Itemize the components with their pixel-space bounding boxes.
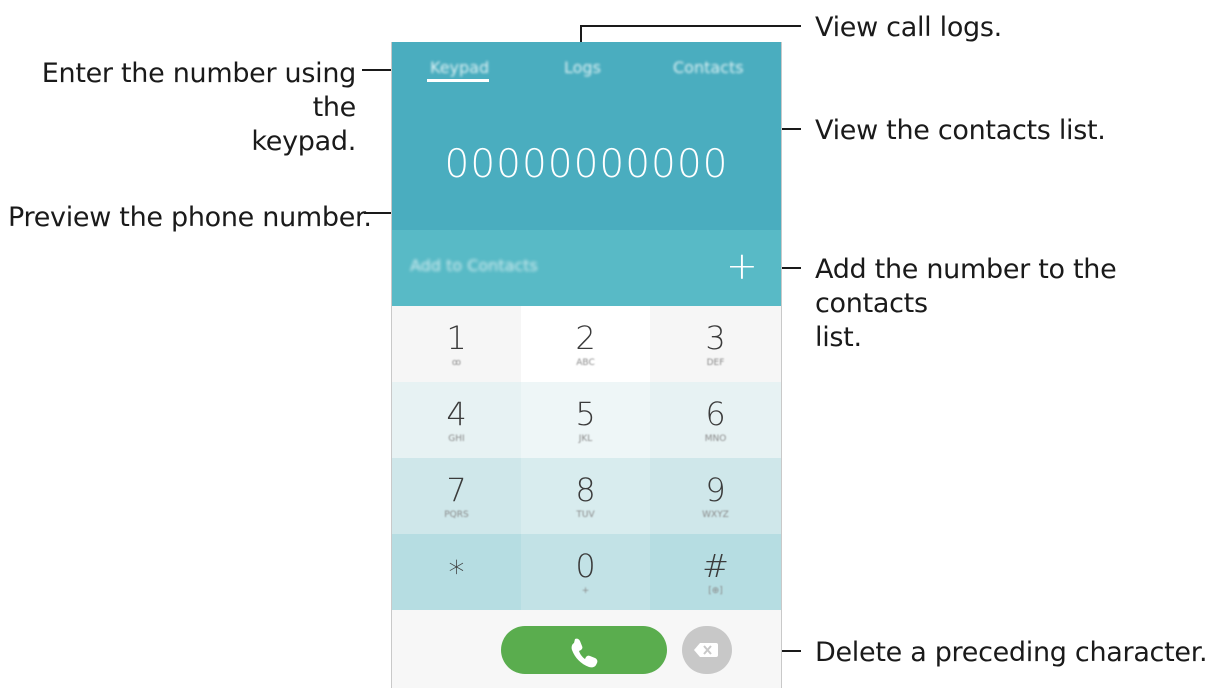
- key-digit: ∗: [446, 547, 467, 585]
- key-letters: TUV: [576, 510, 595, 520]
- key-8[interactable]: 8 TUV: [521, 458, 650, 534]
- key-letters: +: [581, 586, 590, 596]
- callout-view-contacts: View the contacts list.: [815, 115, 1106, 146]
- key-letters: WXYZ: [702, 510, 729, 520]
- callout-preview: Preview the phone number.: [8, 202, 372, 233]
- phone-number-display: 00000000000: [444, 142, 729, 187]
- key-7[interactable]: 7 PQRS: [392, 458, 521, 534]
- key-9[interactable]: 9 WXYZ: [650, 458, 781, 534]
- key-4[interactable]: 4 GHI: [392, 382, 521, 458]
- voicemail-icon: ꝏ: [451, 358, 462, 368]
- dialer-header: Keypad Logs Contacts 00000000000: [392, 42, 781, 230]
- callout-enter-number-line2: keypad.: [251, 126, 356, 157]
- key-5[interactable]: 5 JKL: [521, 382, 650, 458]
- key-letters: PQRS: [444, 510, 469, 520]
- phone-screen: Keypad Logs Contacts 00000000000 Add to …: [391, 42, 782, 688]
- tab-logs[interactable]: Logs: [564, 58, 601, 77]
- plus-icon[interactable]: +: [726, 244, 758, 288]
- key-letters: GHI: [448, 434, 465, 444]
- key-star[interactable]: ∗: [392, 534, 521, 610]
- phone-handset-icon: [571, 638, 598, 668]
- tab-contacts[interactable]: Contacts: [673, 58, 744, 77]
- key-digit: 9: [705, 471, 726, 509]
- callout-add-number-line2: list.: [815, 322, 862, 353]
- key-digit: 6: [705, 395, 726, 433]
- key-digit: 8: [575, 471, 596, 509]
- callout-add-number: Add the number to the contacts list.: [815, 253, 1223, 355]
- key-digit: 4: [446, 395, 467, 433]
- key-digit: 3: [705, 319, 726, 357]
- call-button[interactable]: [501, 626, 667, 674]
- key-letters: MNO: [704, 434, 727, 444]
- callout-delete: Delete a preceding character.: [815, 637, 1208, 668]
- callout-enter-number: Enter the number using the keypad.: [10, 57, 357, 159]
- key-digit: 2: [575, 319, 596, 357]
- dialer-bottom-bar: [392, 610, 781, 688]
- key-1[interactable]: 1 ꝏ: [392, 306, 521, 382]
- key-digit: #: [702, 547, 729, 585]
- backspace-icon: [694, 643, 718, 657]
- key-3[interactable]: 3 DEF: [650, 306, 781, 382]
- key-letters: DEF: [706, 358, 725, 368]
- key-hash[interactable]: # [⊕]: [650, 534, 781, 610]
- add-to-contacts-bar[interactable]: Add to Contacts +: [392, 230, 781, 306]
- key-digit: 1: [446, 319, 467, 357]
- callout-add-number-line1: Add the number to the contacts: [815, 254, 1117, 319]
- key-letters: [⊕]: [708, 586, 723, 596]
- delete-button[interactable]: [682, 626, 732, 674]
- key-digit: 0: [575, 547, 596, 585]
- key-letters: JKL: [578, 434, 593, 444]
- callout-enter-number-line1: Enter the number using the: [41, 58, 357, 123]
- tab-keypad-underline: [427, 79, 489, 82]
- add-to-contacts-label: Add to Contacts: [410, 256, 538, 275]
- key-letters: ABC: [576, 358, 595, 368]
- key-6[interactable]: 6 MNO: [650, 382, 781, 458]
- callout-view-logs: View call logs.: [815, 12, 1002, 43]
- key-2[interactable]: 2 ABC: [521, 306, 650, 382]
- key-digit: 7: [446, 471, 467, 509]
- leader-line-logs-h: [580, 25, 801, 27]
- key-digit: 5: [575, 395, 596, 433]
- tab-keypad[interactable]: Keypad: [430, 58, 489, 77]
- key-0[interactable]: 0 +: [521, 534, 650, 610]
